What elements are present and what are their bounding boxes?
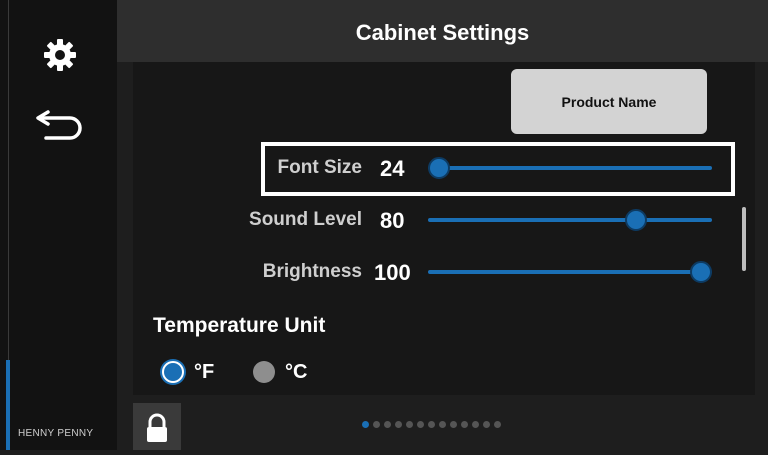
sound-level-value: 80	[380, 208, 405, 233]
sound-level-slider[interactable]	[428, 209, 712, 231]
brightness-label: Brightness	[262, 261, 362, 282]
fahrenheit-radio[interactable]	[162, 361, 184, 383]
font-size-slider[interactable]	[428, 157, 712, 179]
header: Cabinet Settings	[117, 0, 768, 62]
page-dot[interactable]	[373, 421, 380, 428]
page-dot[interactable]	[494, 421, 501, 428]
product-name-button[interactable]: Product Name	[511, 69, 707, 134]
slider-thumb[interactable]	[428, 157, 450, 179]
page-dot[interactable]	[472, 421, 479, 428]
font-size-label: Font Size	[277, 157, 362, 178]
slider-thumb[interactable]	[624, 209, 647, 231]
page-dot[interactable]	[439, 421, 446, 428]
fahrenheit-label: °F	[194, 361, 215, 383]
slider-track	[428, 270, 712, 274]
sound-level-label: Sound Level	[249, 209, 362, 230]
brightness-slider[interactable]	[428, 261, 712, 283]
temperature-unit-heading: Temperature Unit	[153, 314, 326, 337]
page-dot[interactable]	[483, 421, 490, 428]
brand-logo: HENNY PENNY	[18, 428, 94, 439]
lock-icon	[147, 413, 167, 442]
lock-button[interactable]	[133, 403, 181, 450]
page-dot[interactable]	[362, 421, 369, 428]
font-size-value: 24	[380, 156, 405, 181]
page-dot[interactable]	[428, 421, 435, 428]
slider-track	[428, 218, 712, 222]
slider-track	[428, 166, 712, 170]
celsius-radio[interactable]	[253, 361, 275, 383]
page-dot[interactable]	[450, 421, 457, 428]
page-dot[interactable]	[406, 421, 413, 428]
slider-thumb[interactable]	[690, 261, 712, 283]
page-dot[interactable]	[384, 421, 391, 428]
page-dot[interactable]	[417, 421, 424, 428]
gear-icon[interactable]	[42, 37, 78, 73]
page-title: Cabinet Settings	[355, 20, 530, 45]
sidebar: HENNY PENNY	[0, 0, 117, 450]
back-arrow-icon[interactable]	[34, 104, 86, 144]
scrollbar[interactable]	[742, 207, 746, 271]
celsius-label: °C	[285, 361, 308, 383]
page-dot[interactable]	[461, 421, 468, 428]
page-indicator	[362, 421, 501, 431]
brightness-value: 100	[374, 260, 411, 285]
sidebar-edge-accent	[6, 360, 10, 450]
page-dot[interactable]	[395, 421, 402, 428]
